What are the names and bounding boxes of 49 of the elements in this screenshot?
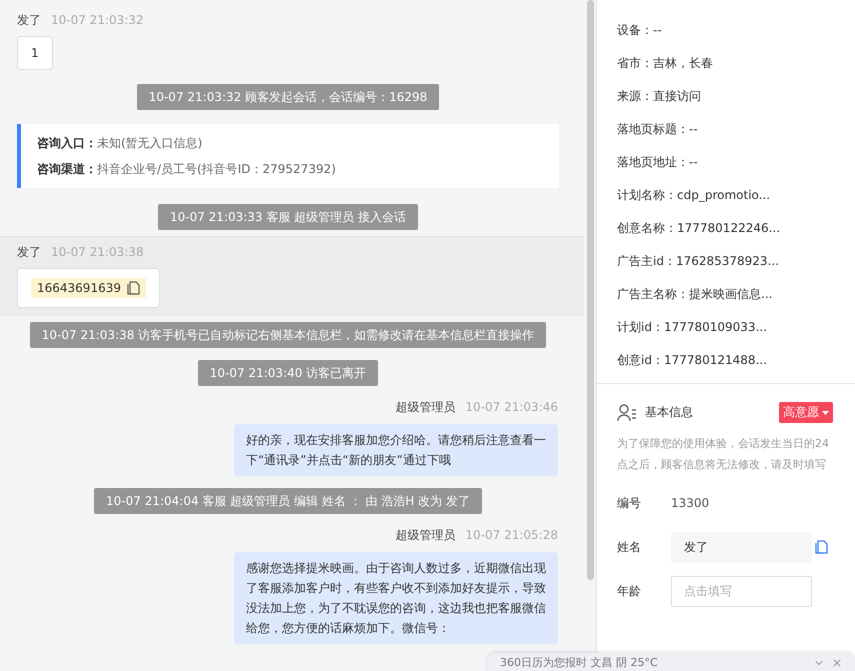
message-time: 10-07 21:05:28 [465, 527, 558, 544]
message-bubble: 1 [17, 36, 53, 70]
detail-item: 落地页标题：-- [617, 121, 699, 138]
sender-name: 超级管理员 [395, 527, 456, 544]
field-label: 编号 [617, 494, 642, 512]
close-icon [831, 656, 843, 668]
detail-item: 创意名称：177780122246... [617, 220, 782, 237]
detail-item: 设备：-- [617, 22, 663, 39]
detail-item: 省市：吉林，长春 [617, 55, 714, 72]
message-bubble: 好的亲，现在安排客服加您介绍哈。请您稍后注意查看一下“通讯录”并点击“新的朋友”通过下哦 [234, 424, 558, 476]
message-time: 10-07 21:03:46 [465, 399, 558, 416]
system-notice: 10-07 21:03:33 客服 超级管理员 接入会话 [158, 204, 418, 230]
system-notice: 10-07 21:03:32 顾客发起会话，会话编号：16298 [136, 84, 440, 110]
field-label: 年龄 [617, 582, 642, 600]
detail-item: 落地页地址：-- [617, 154, 699, 171]
message-time: 10-07 21:03:32 [51, 12, 144, 29]
detail-item: 来源：直接访问 [617, 88, 702, 105]
phone-number-tag[interactable]: 16643691639 [31, 278, 146, 298]
phone-number: 16643691639 [37, 281, 121, 295]
detail-item: 计划id：177780109033... [617, 319, 768, 336]
notification-text: 360日历为您报时 文昌 阴 25°C [500, 656, 659, 670]
caret-icon [822, 410, 829, 414]
copy-icon [126, 281, 140, 295]
info-row-text: 咨询渠道：抖音企业号/员工号(抖音号ID：279527392) [37, 161, 337, 178]
detail-item: 计划名称：cdp_promotio... [617, 187, 772, 204]
detail-item: 广告主id：176285378923... [617, 253, 780, 270]
message-time: 10-07 21:03:38 [51, 244, 144, 261]
input-field[interactable]: 点击填写 [671, 576, 812, 606]
detail-item: 创意id：177780121488... [617, 352, 768, 369]
notice-text: 为了保障您的使用体验，会话发生当日的24点之后，顾客信息将无法修改，请及时填写 [617, 436, 830, 473]
name-field[interactable]: 发了 [671, 532, 812, 562]
close-button[interactable] [831, 656, 843, 668]
intent-dropdown[interactable]: 高意愿 [779, 402, 833, 423]
copy-icon [815, 540, 828, 554]
scrollbar-thumb[interactable] [586, 0, 594, 580]
field-label: 姓名 [617, 538, 642, 556]
info-row-text: 咨询入口：未知(暂无入口信息) [37, 135, 204, 152]
system-notice: 10-07 21:03:38 访客手机号已自动标记右侧基本信息栏，如需修改请在基本信息栏直接操作 [30, 322, 546, 348]
system-notice: 10-07 21:03:40 访客已离开 [198, 360, 378, 386]
field-value: 13300 [671, 496, 710, 510]
sender-name: 超级管理员 [395, 399, 456, 416]
sender-name: 发了 [17, 244, 41, 261]
copy-button[interactable] [815, 540, 828, 554]
user-list-icon [617, 404, 637, 422]
sender-name: 发了 [17, 12, 41, 29]
detail-item: 广告主名称：提米映画信息... [617, 286, 774, 303]
message-bubble: 感谢您选择提米映画。由于咨询人数过多，近期微信出现了客服添加客户时，有些客户收不到添加好友提示，导致没法加上您，为了不耽误您的咨询，这边我也把客服微信给您，您方便的话麻烦加下。微信号： [234, 552, 558, 644]
section-title: 基本信息 [645, 404, 693, 421]
system-notice: 10-07 21:04:04 客服 超级管理员 编辑 姓名 ： 由 浩浩H 改为 发了 [94, 488, 482, 514]
